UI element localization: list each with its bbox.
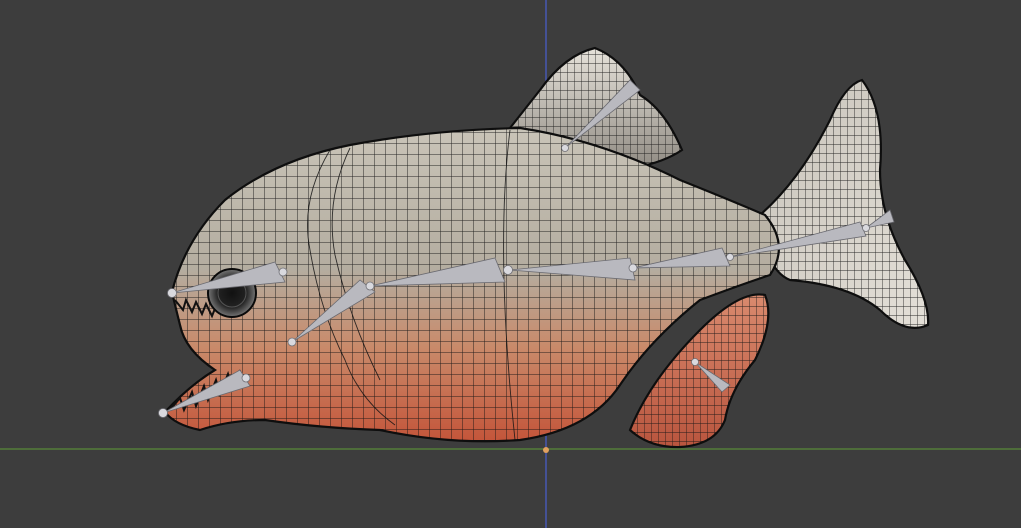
joint-head-tip[interactable] xyxy=(167,288,177,298)
joint-jaw-tip[interactable] xyxy=(158,408,168,418)
joint-jaw[interactable] xyxy=(241,373,251,383)
joint-tail[interactable] xyxy=(862,224,870,232)
3d-viewport[interactable] xyxy=(0,0,1021,528)
joint-neck-base[interactable] xyxy=(287,337,297,347)
joint-spine-3[interactable] xyxy=(628,263,638,273)
piranha-model[interactable] xyxy=(158,46,930,449)
joint-dorsal-fin[interactable] xyxy=(561,144,569,152)
joint-spine-4[interactable] xyxy=(726,253,734,261)
joint-anal-fin[interactable] xyxy=(691,358,699,366)
viewport-scene[interactable] xyxy=(0,0,1021,528)
origin-marker[interactable] xyxy=(543,447,549,453)
joint-spine-2[interactable] xyxy=(503,265,513,275)
tail-fin[interactable] xyxy=(758,78,930,329)
joint-head[interactable] xyxy=(278,267,288,277)
joint-spine-1[interactable] xyxy=(365,281,375,291)
